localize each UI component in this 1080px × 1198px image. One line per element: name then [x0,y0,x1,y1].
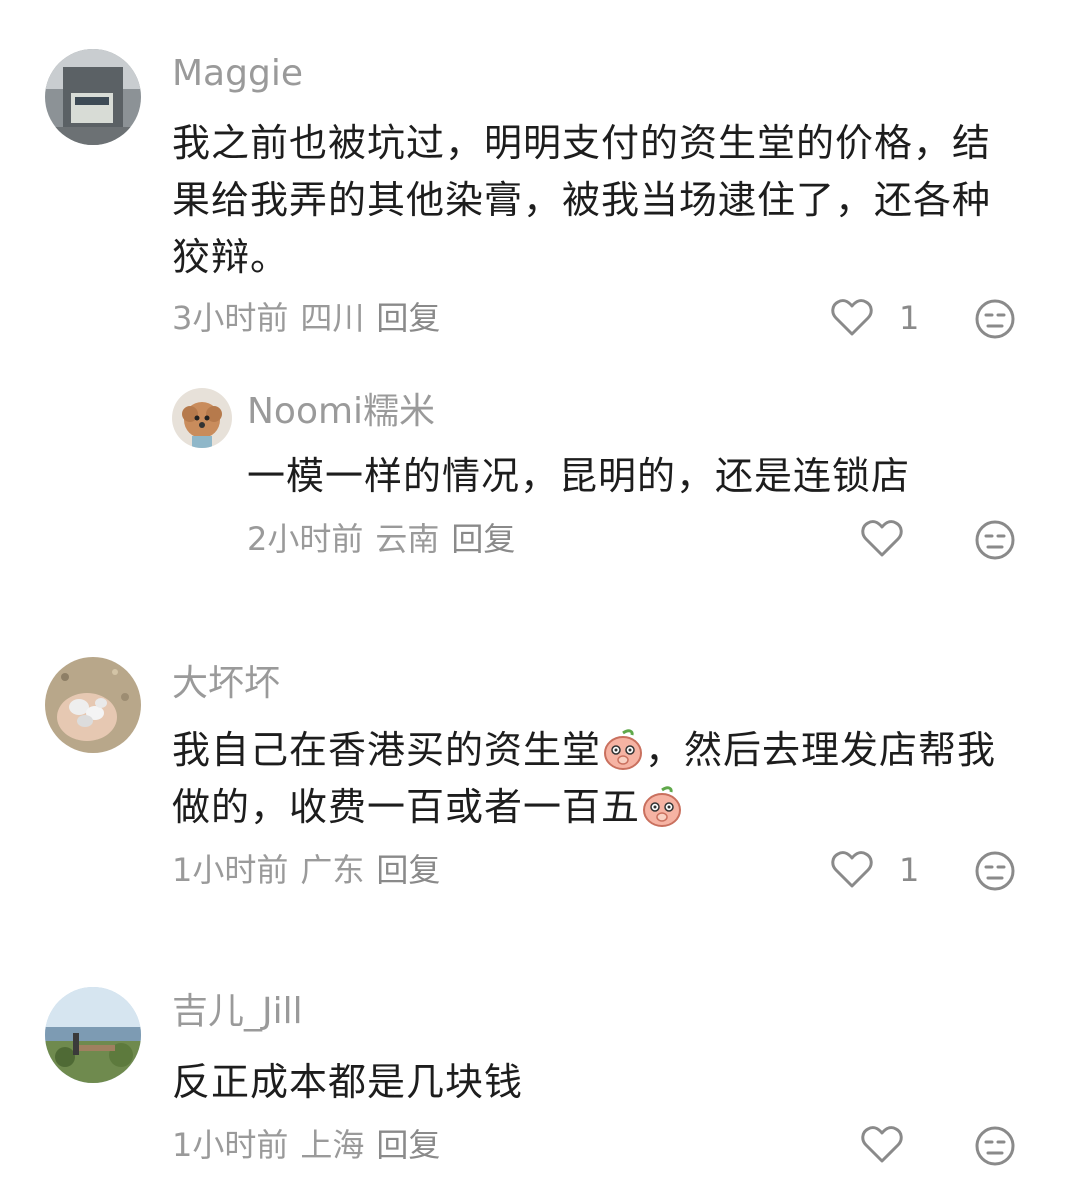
username[interactable]: Noomi糯米 [247,390,435,434]
username[interactable]: 大坏坏 [172,662,280,706]
neutral-face-icon [975,1126,1015,1166]
heart-outline-icon [861,520,903,557]
dislike-button[interactable] [974,519,1016,561]
comment-meta: 3小时前 四川 回复 [172,298,452,338]
comment-item: 大坏坏 我自己在香港买的资生堂 ，然后去理发店帮我做的，收费一百或者一百五 1小… [0,640,1080,920]
like-button[interactable] [861,1125,903,1165]
avatar[interactable] [45,987,141,1083]
like-button[interactable] [861,519,903,559]
like-button[interactable]: 1 [831,298,919,338]
like-button[interactable]: 1 [831,850,919,890]
comment-text: 我之前也被坑过，明明支付的资生堂的价格，结果给我弄的其他染膏，被我当场逮住了，还… [172,121,992,279]
comment-item: Maggie 我之前也被坑过，明明支付的资生堂的价格，结果给我弄的其他染膏，被我… [0,0,1080,360]
reply-button[interactable]: 回复 [376,299,440,337]
comment-text: 反正成本都是几块钱 [172,1060,524,1104]
comment-location: 云南 [375,520,440,558]
reply-button[interactable]: 回复 [376,1126,440,1164]
heart-outline-icon [861,1126,903,1163]
comment-time: 3小时前 [172,299,289,337]
dislike-button[interactable] [974,1125,1016,1167]
username[interactable]: Maggie [172,52,303,96]
neutral-face-icon [975,851,1015,891]
avatar[interactable] [172,388,232,448]
like-count: 1 [899,299,920,337]
comment-text-part: 我自己在香港买的资生堂 [172,728,602,772]
reply-button[interactable]: 回复 [451,520,515,558]
peach-face-emoji [604,729,643,770]
username[interactable]: 吉儿_Jill [172,990,303,1034]
comment-location: 广东 [300,851,365,889]
like-count: 1 [899,851,920,889]
heart-outline-icon [831,299,873,336]
neutral-face-icon [975,299,1015,339]
comment-location: 四川 [300,299,365,337]
comment-item: 吉儿_Jill 反正成本都是几块钱 1小时前 上海 回复 [0,970,1080,1198]
comment-meta: 2小时前 云南 回复 [247,519,527,559]
comment-time: 2小时前 [247,520,364,558]
avatar[interactable] [45,657,141,753]
comment-meta: 1小时前 上海 回复 [172,1125,452,1165]
heart-outline-icon [831,851,873,888]
reply-button[interactable]: 回复 [376,851,440,889]
comment-time: 1小时前 [172,851,289,889]
neutral-face-icon [975,520,1015,560]
peach-face-emoji [643,786,682,827]
reply-item: Noomi糯米 一模一样的情况，昆明的，还是连锁店 2小时前 云南 回复 [0,360,1080,580]
avatar[interactable] [45,49,141,145]
dislike-button[interactable] [974,298,1016,340]
comment-text: 我自己在香港买的资生堂 ，然后去理发店帮我做的，收费一百或者一百五 [172,722,1032,836]
dislike-button[interactable] [974,850,1016,892]
comment-text: 一模一样的情况，昆明的，还是连锁店 [247,454,911,498]
comment-time: 1小时前 [172,1126,289,1164]
comment-location: 上海 [300,1126,365,1164]
comment-meta: 1小时前 广东 回复 [172,850,452,890]
